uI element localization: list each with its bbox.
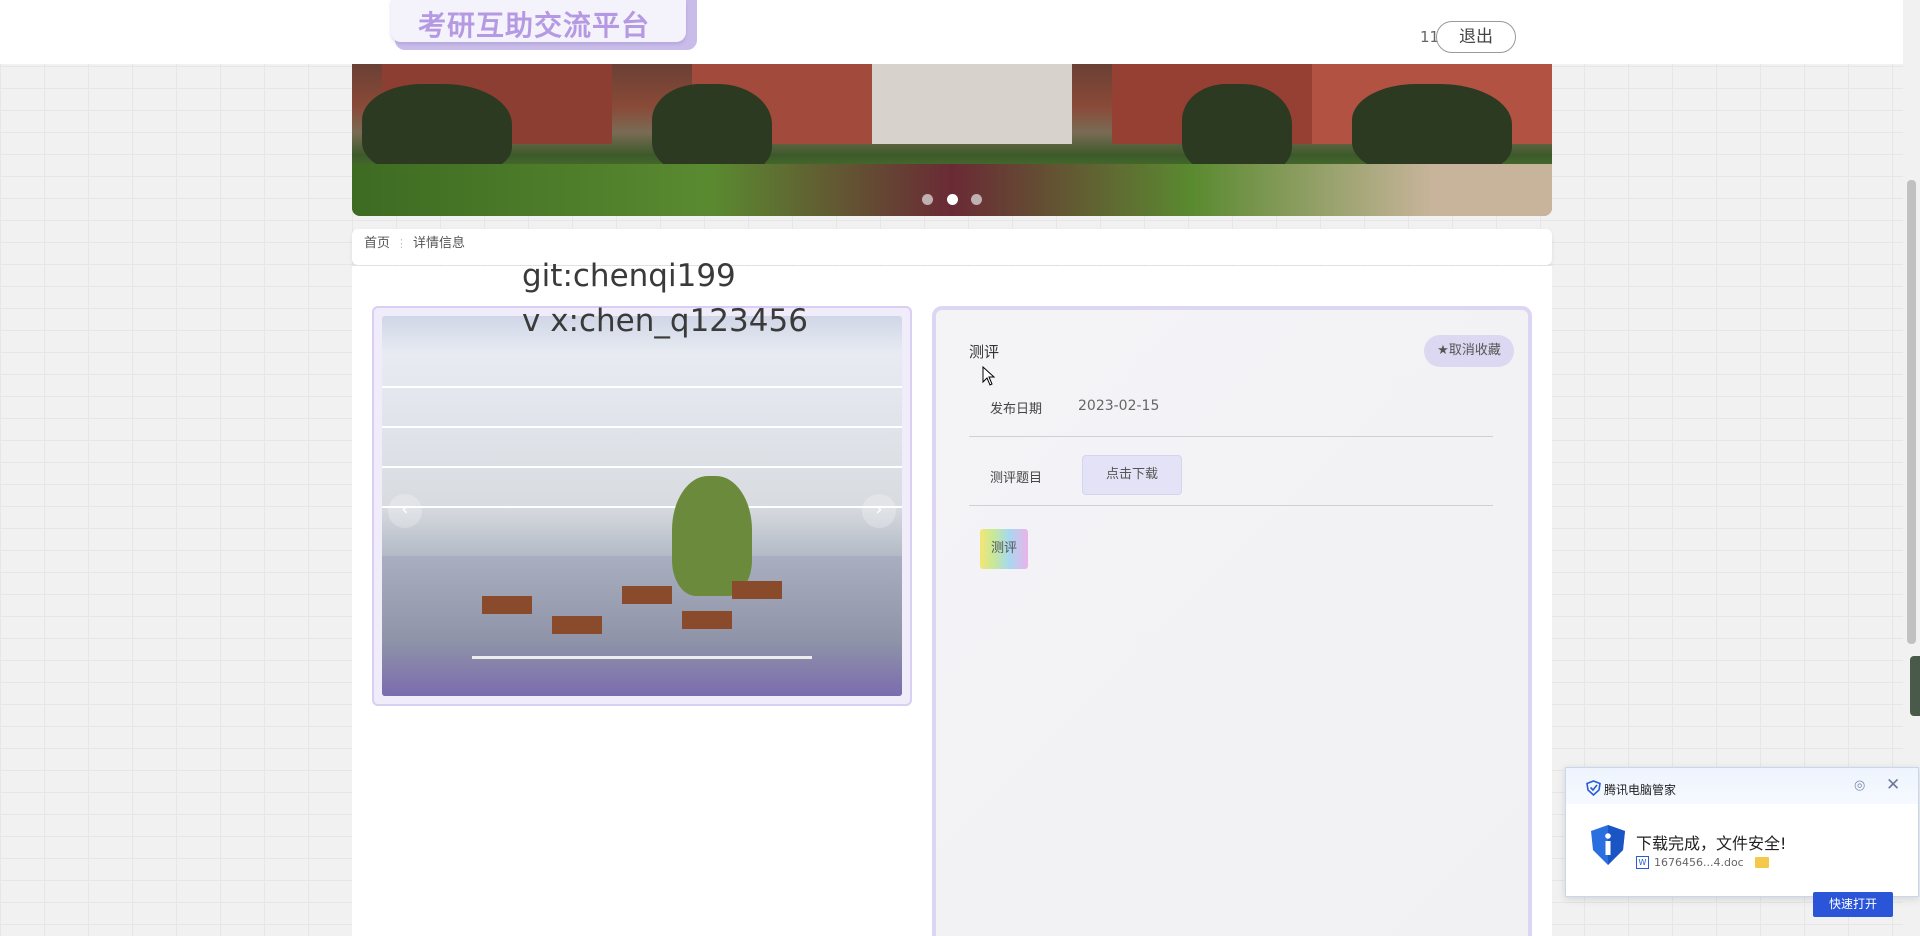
popup-close-icon[interactable]: ✕ (1886, 775, 1900, 795)
photo-bench (552, 616, 602, 634)
carousel-next-button[interactable]: › (862, 494, 896, 528)
photo-tree (672, 476, 752, 596)
photo-balcony-line (382, 386, 902, 388)
popup-app-name: 腾讯电脑管家 (1604, 783, 1677, 797)
popup-settings-icon[interactable]: ◎ (1854, 778, 1865, 793)
watermark-line2: v x:chen_q123456 (522, 303, 808, 339)
download-notification-popup: 腾讯电脑管家 ◎ ✕ 下载完成，文件安全! W 1676456...4.doc (1565, 767, 1919, 897)
photo-balcony-line (382, 426, 902, 428)
top-header: 考研互助交流平台 11 退出 (0, 0, 1903, 64)
logout-button[interactable]: 退出 (1436, 21, 1516, 53)
site-logo-text[interactable]: 考研互助交流平台 (418, 4, 650, 44)
photo-floor (382, 556, 902, 696)
carousel-dot-active[interactable] (946, 194, 958, 205)
detail-title: 测评 (969, 343, 1000, 361)
banner-tree (652, 84, 772, 174)
side-widget-handle[interactable] (1910, 656, 1920, 716)
photo-bench (482, 596, 532, 614)
breadcrumb-home[interactable]: 首页 (364, 236, 390, 251)
carousel-dot[interactable] (922, 194, 934, 205)
quick-open-button[interactable]: 快速打开 (1813, 892, 1893, 917)
photo-bench (682, 611, 732, 629)
cancel-favorite-button[interactable]: ★取消收藏 (1424, 335, 1514, 367)
carousel-prev-button[interactable]: ‹ (388, 494, 422, 528)
watermark-line1: git:chenqi199 (522, 258, 736, 294)
photo-balcony-line (382, 466, 902, 468)
photo-court-line (472, 656, 812, 659)
photo-balcony-line (382, 506, 902, 508)
photo-bench (622, 586, 672, 604)
carousel-dot[interactable] (970, 194, 982, 205)
word-file-icon: W (1636, 856, 1649, 869)
scrollbar-thumb[interactable] (1907, 180, 1916, 644)
banner-building (872, 64, 1072, 144)
popup-file-name[interactable]: 1676456...4.doc (1654, 856, 1744, 869)
shield-logo-icon (1586, 780, 1601, 796)
carousel-indicators (352, 190, 1552, 209)
security-shield-icon (1591, 825, 1625, 865)
publish-date-label: 发布日期 (990, 402, 1043, 417)
popup-message: 下载完成，文件安全! (1636, 834, 1787, 853)
question-label: 测评题目 (990, 471, 1043, 486)
detail-photo (382, 316, 902, 696)
banner-tree (1352, 84, 1512, 174)
row-divider (969, 436, 1493, 437)
banner-tree (1182, 84, 1292, 174)
photo-bench (732, 581, 782, 599)
download-button[interactable]: 点击下载 (1082, 455, 1182, 495)
breadcrumb-separator: ⋮ (396, 237, 408, 250)
mouse-cursor-icon (982, 366, 996, 386)
row-divider (969, 505, 1493, 506)
breadcrumb-current: 详情信息 (413, 236, 466, 251)
banner-tree (362, 84, 512, 174)
category-tag: 测评 (980, 529, 1028, 569)
publish-date-value: 2023-02-15 (1078, 398, 1160, 414)
folder-icon[interactable] (1755, 857, 1769, 868)
banner-carousel[interactable] (352, 64, 1552, 216)
